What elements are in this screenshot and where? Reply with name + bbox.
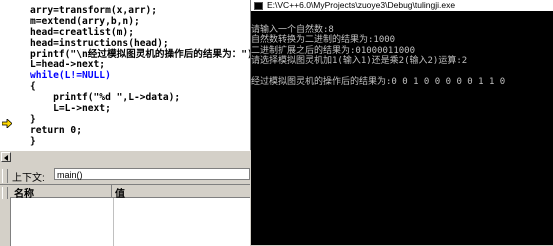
console-output: 请输入一个自然数:8 自然数转换为二进制的结果为:1000 二进制扩展之后的结果…: [251, 14, 505, 88]
column-header-name[interactable]: 名称: [14, 185, 34, 200]
scroll-left-button[interactable]: [1, 152, 11, 162]
grid-header: 名称 值: [10, 185, 250, 200]
arrow-left-icon: [4, 155, 8, 161]
code-line: L=L->next;: [30, 103, 111, 115]
column-header-value[interactable]: 值: [115, 185, 125, 200]
code-line: head=instructions(head);: [30, 37, 169, 49]
code-line: head=creatlist(m);: [30, 26, 134, 38]
code-line: return 0;: [30, 124, 82, 136]
code-editor[interactable]: arry=transform(x,arr); m=extend(arry,b,n…: [0, 0, 251, 150]
console-app-icon: [254, 2, 263, 10]
code-line: m=extend(arry,b,n);: [30, 15, 140, 27]
console-window[interactable]: E:\VC++6.0\MyProjects\zuoye3\Debug\tulin…: [251, 0, 553, 245]
console-line: 二进制扩展之后的结果为:01000011000: [251, 45, 416, 56]
horizontal-scrollbar[interactable]: [0, 150, 250, 165]
drag-handle[interactable]: [2, 187, 8, 199]
column-separator: [113, 198, 114, 246]
console-line: 请输入一个自然数:8: [251, 24, 334, 35]
code-line: L=head->next;: [30, 59, 106, 71]
code-line: {: [30, 81, 36, 93]
column-divider[interactable]: [111, 185, 112, 197]
code-line: while(L!=NULL): [30, 70, 111, 82]
code-line: arry=transform(x,arr);: [30, 4, 158, 16]
code-line: printf("%d ",L->data);: [30, 92, 181, 104]
console-titlebar[interactable]: E:\VC++6.0\MyProjects\zuoye3\Debug\tulin…: [251, 0, 553, 11]
variables-grid[interactable]: 名称 值: [0, 184, 250, 246]
code-line: }: [30, 135, 36, 147]
context-panel: 上下文: main() 名称 值: [0, 164, 250, 246]
code-text: arry=transform(x,arr); m=extend(arry,b,n…: [30, 0, 251, 148]
current-line-arrow-icon: [2, 119, 12, 128]
code-line: }: [30, 113, 36, 125]
context-select[interactable]: main(): [54, 168, 250, 180]
console-title: E:\VC++6.0\MyProjects\zuoye3\Debug\tulin…: [267, 0, 456, 10]
console-line: 请选择模拟图灵机加1(输入1)还是乘2(输入2)运算:2: [251, 56, 468, 66]
context-label: 上下文:: [12, 173, 45, 184]
code-line: printf("\n经过模拟图灵机的操作后的结果为：");: [30, 48, 251, 60]
drag-handle[interactable]: [2, 169, 8, 183]
console-line: 自然数转换为二进制的结果为:1000: [251, 35, 396, 45]
console-line: 经过模拟图灵机的操作后的结果为:0 0 1 0 0 0 0 0 1 1 0: [251, 77, 506, 87]
